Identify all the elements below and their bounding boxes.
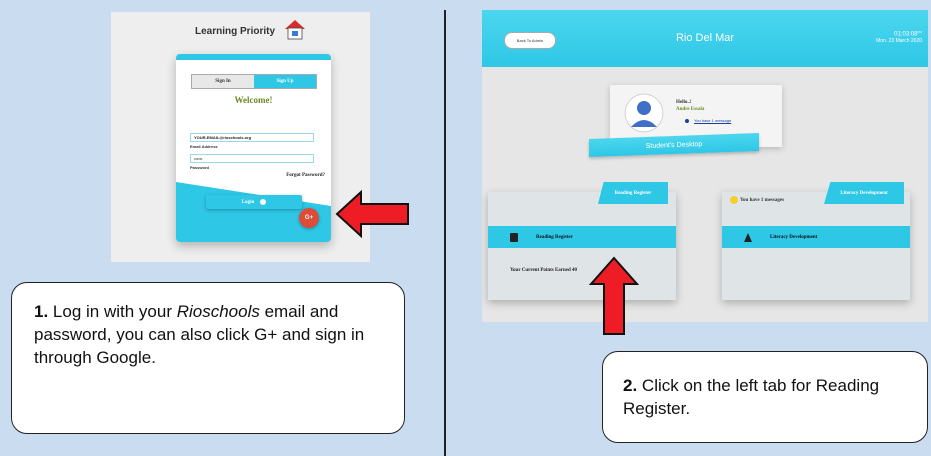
greeting: Hello..! [676, 100, 692, 105]
user-icon [260, 199, 267, 205]
reading-register-row[interactable]: Reading Register [488, 226, 676, 248]
reading-register-panel[interactable]: Reading Register Reading Register Your C… [488, 182, 676, 300]
bullet-icon [685, 119, 689, 123]
literacy-development-row[interactable]: Literacy Development [722, 226, 910, 248]
step2-number: 2. [623, 376, 638, 395]
password-label: Password [190, 165, 209, 170]
step1-text-italic: Rioschools [176, 302, 260, 321]
literacy-development-panel[interactable]: Literacy Development You have 1 messages… [722, 182, 910, 300]
dashboard-screenshot: Back To Admin Rio Del Mar 01:03:08PM Mon… [482, 10, 928, 322]
clock-suffix: PM [917, 30, 923, 34]
messages-notice: You have 1 messages [730, 196, 784, 204]
arrow-up-icon [589, 256, 639, 335]
email-label: Email Address [190, 144, 218, 149]
step1-caption: 1. Log in with your Rioschools email and… [11, 282, 405, 434]
tab-literacy-development[interactable]: Literacy Development [824, 182, 904, 204]
app-logo-text: Learning Priority [195, 26, 276, 37]
email-field[interactable]: YOUR-EMAIL@rioschools.org [190, 133, 314, 142]
step1-number: 1. [34, 302, 49, 321]
pyramid-icon [744, 232, 752, 242]
points-earned: Your Current Points Earned 40 [510, 268, 578, 273]
reading-register-label: Reading Register [536, 234, 573, 240]
welcome-heading: Welcome! [234, 95, 273, 105]
book-icon [510, 232, 518, 242]
step2-text: Click on the left tab for Reading Regist… [623, 376, 880, 418]
forgot-password-link[interactable]: Forgot Password? [286, 173, 325, 178]
school-title: Rio Del Mar [675, 32, 735, 44]
clock-time: 01:03:08 [894, 31, 918, 38]
clock: 01:03:08PM Mon. 23 March 2020 [876, 30, 922, 44]
step1-text-before: Log in with your [48, 302, 177, 321]
login-button-label: Login [241, 199, 255, 205]
arrow-left-icon [335, 190, 409, 238]
dashboard-header: Back To Admin Rio Del Mar 01:03:08PM Mon… [482, 10, 928, 67]
password-field[interactable]: •••••• [190, 154, 314, 163]
step2-caption: 2. Click on the left tab for Reading Reg… [602, 351, 928, 443]
literacy-development-label: Literacy Development [770, 234, 818, 240]
house-logo-icon [285, 20, 305, 40]
avatar-icon [624, 93, 664, 133]
messages-text: You have 1 messages [740, 198, 785, 204]
login-screenshot: Learning Priority Sign In Sign Up Welcom… [111, 12, 370, 262]
tab-sign-up[interactable]: Sign Up [254, 75, 316, 88]
column-divider [444, 10, 446, 456]
tab-reading-register[interactable]: Reading Register [598, 182, 668, 204]
message-link[interactable]: You have 1 message [694, 118, 731, 123]
user-name: Andre Essala [676, 107, 705, 112]
auth-tabs: Sign In Sign Up [191, 74, 317, 89]
google-signin-button[interactable]: G+ [299, 208, 319, 228]
tab-sign-in[interactable]: Sign In [192, 75, 254, 88]
clock-date: Mon. 23 March 2020 [876, 37, 922, 44]
login-button[interactable]: Login [206, 195, 302, 209]
notification-badge-icon [730, 196, 738, 204]
